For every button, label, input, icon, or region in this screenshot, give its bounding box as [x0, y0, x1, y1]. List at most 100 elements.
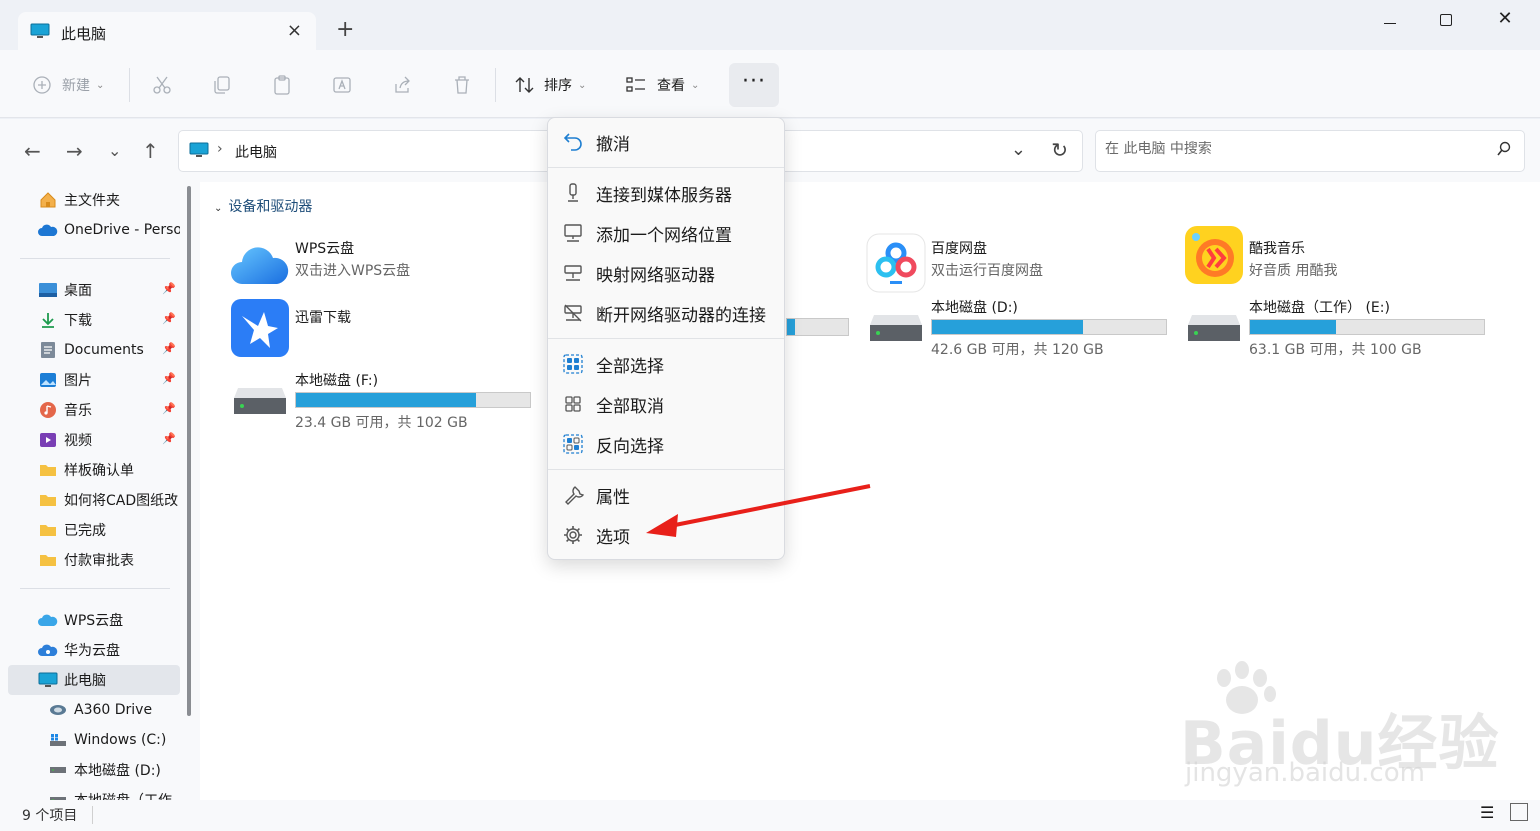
tile-wps-cloud[interactable]: WPS云盘 双击进入WPS云盘 — [229, 232, 539, 296]
delete-button[interactable] — [451, 70, 473, 100]
sidebar-item-videos[interactable]: 视频 📌 — [8, 425, 180, 455]
tiles-view-icon[interactable] — [1510, 803, 1528, 821]
onedrive-cloud-icon — [38, 221, 58, 239]
sidebar-item-this-pc[interactable]: 此电脑 — [8, 665, 180, 695]
menu-item-connect-media-server[interactable]: 连接到媒体服务器 — [552, 176, 780, 210]
tab-this-pc[interactable]: 此电脑 × — [18, 12, 316, 50]
computer-icon — [38, 671, 58, 689]
trash-icon — [455, 76, 469, 94]
sidebar-item-label: 图片 — [64, 373, 92, 389]
breadcrumb[interactable]: 此电脑 — [235, 142, 277, 162]
sidebar-item-pictures[interactable]: 图片 📌 — [8, 365, 180, 395]
sidebar-item-huawei[interactable]: 华为云盘 — [8, 635, 180, 665]
menu-item-label: 属性 — [596, 487, 630, 508]
sort-button[interactable]: 排序 ⌄ — [514, 70, 586, 100]
sidebar-item-label: 视频 — [64, 433, 92, 449]
sidebar-item-label: 付款审批表 — [64, 553, 134, 569]
scissors-icon — [153, 76, 171, 94]
sidebar-item-a360[interactable]: A360 Drive — [8, 695, 180, 725]
up-arrow-icon[interactable]: ↑ — [142, 139, 159, 163]
sidebar-item-label: Documents — [64, 342, 144, 358]
pin-icon[interactable]: 📌 — [162, 282, 176, 295]
folder-icon — [38, 491, 58, 509]
copy-icon — [214, 76, 230, 94]
computer-icon — [189, 142, 209, 162]
tile-kuwo-music[interactable]: 酷我音乐 好音质 用酷我 — [1183, 224, 1493, 288]
more-options-button[interactable]: ··· — [729, 63, 779, 107]
breadcrumb-chevron-icon[interactable]: › — [217, 141, 223, 157]
back-arrow-icon[interactable]: ← — [24, 139, 41, 163]
refresh-icon[interactable]: ↻ — [1051, 138, 1068, 162]
sidebar-item-drive-e[interactable]: 本地磁盘（工作 — [8, 785, 180, 800]
menu-item-select-none[interactable]: 全部取消 — [552, 387, 780, 421]
pin-icon[interactable]: 📌 — [162, 342, 176, 355]
document-icon — [38, 341, 58, 359]
title-bar: 此电脑 × + ✕ — [0, 0, 1540, 50]
maximize-button[interactable] — [1426, 8, 1466, 32]
details-view-icon[interactable]: ☰ — [1480, 803, 1494, 822]
sidebar-item-onedrive[interactable]: OneDrive - Perso — [8, 215, 180, 245]
copy-button[interactable] — [211, 70, 233, 100]
tile-drive-f[interactable]: 本地磁盘 (F:) 23.4 GB 可用，共 102 GB — [229, 370, 539, 434]
sidebar-item-label: WPS云盘 — [64, 613, 124, 629]
sidebar-item-desktop[interactable]: 桌面 📌 — [8, 275, 180, 305]
menu-item-label: 反向选择 — [596, 436, 664, 457]
tile-drive-d[interactable]: 本地磁盘 (D:) 42.6 GB 可用，共 120 GB — [865, 297, 1175, 361]
menu-item-select-all[interactable]: 全部选择 — [552, 347, 780, 381]
sidebar-item-home[interactable]: 主文件夹 — [8, 185, 180, 215]
tile-drive-e[interactable]: 本地磁盘（工作） (E:) 63.1 GB 可用，共 100 GB — [1183, 297, 1493, 361]
sidebar-item-folder[interactable]: 已完成 — [8, 515, 180, 545]
sidebar-item-folder[interactable]: 样板确认单 — [8, 455, 180, 485]
pin-icon[interactable]: 📌 — [162, 372, 176, 385]
sidebar-item-documents[interactable]: Documents 📌 — [8, 335, 180, 365]
new-button[interactable]: 新建 ⌄ — [32, 70, 104, 100]
recent-locations-chevron-icon[interactable]: ⌄ — [108, 141, 121, 160]
tile-xunlei[interactable]: 迅雷下载 — [229, 297, 539, 361]
menu-item-invert-selection[interactable]: 反向选择 — [552, 427, 780, 461]
undo-icon — [561, 130, 585, 154]
sidebar-item-music[interactable]: 音乐 📌 — [8, 395, 180, 425]
cut-button[interactable] — [151, 70, 173, 100]
search-icon[interactable] — [1496, 141, 1512, 161]
group-title: 设备和驱动器 — [228, 199, 313, 215]
pin-icon[interactable]: 📌 — [162, 432, 176, 445]
sidebar-item-folder[interactable]: 如何将CAD图纸改 — [8, 485, 180, 515]
address-dropdown-chevron-icon[interactable]: ⌄ — [1011, 139, 1026, 160]
sidebar-item-label: 本地磁盘 (D:) — [74, 763, 161, 779]
close-tab-button[interactable]: × — [287, 20, 302, 41]
command-bar: 新建 ⌄ 排序 ⌄ 查看 ⌄ ··· — [0, 50, 1540, 118]
drive-space-info: 42.6 GB 可用，共 120 GB — [931, 342, 1104, 358]
search-box[interactable] — [1095, 130, 1525, 172]
tile-baidu-netdisk[interactable]: 百度网盘 双击运行百度网盘 — [865, 232, 1175, 296]
forward-arrow-icon[interactable]: → — [66, 139, 83, 163]
paste-button[interactable] — [271, 70, 293, 100]
menu-item-disconnect-network-drive[interactable]: 断开网络驱动器的连接 — [552, 296, 780, 330]
home-icon — [38, 191, 58, 209]
sidebar-item-label: OneDrive - Perso — [64, 222, 180, 238]
pin-icon[interactable]: 📌 — [162, 312, 176, 325]
rename-button[interactable] — [331, 70, 353, 100]
search-input[interactable] — [1105, 141, 1475, 157]
view-button[interactable]: 查看 ⌄ — [625, 70, 699, 100]
menu-item-undo[interactable]: 撤消 — [552, 125, 780, 159]
minimize-button[interactable] — [1370, 8, 1410, 32]
xunlei-icon — [229, 297, 291, 359]
pin-icon[interactable]: 📌 — [162, 402, 176, 415]
menu-item-map-network-drive[interactable]: 映射网络驱动器 — [552, 256, 780, 290]
sidebar-scrollbar[interactable] — [187, 186, 191, 716]
video-icon — [38, 431, 58, 449]
close-window-button[interactable]: ✕ — [1485, 8, 1525, 32]
drive-title: 本地磁盘（工作） (E:) — [1249, 300, 1390, 316]
sidebar-item-wps[interactable]: WPS云盘 — [8, 605, 180, 635]
sidebar-item-folder[interactable]: 付款审批表 — [8, 545, 180, 575]
sidebar-item-drive-d[interactable]: 本地磁盘 (D:) — [8, 755, 180, 785]
tile-title: 百度网盘 — [931, 241, 987, 257]
folder-icon — [38, 521, 58, 539]
sidebar-item-drive-c[interactable]: Windows (C:) — [8, 725, 180, 755]
menu-item-add-network-location[interactable]: 添加一个网络位置 — [552, 216, 780, 250]
sidebar-item-downloads[interactable]: 下载 📌 — [8, 305, 180, 335]
share-button[interactable] — [391, 70, 413, 100]
tile-title: 酷我音乐 — [1249, 241, 1305, 257]
new-tab-button[interactable]: + — [336, 18, 354, 42]
group-header-devices[interactable]: ⌄ 设备和驱动器 — [214, 196, 312, 216]
